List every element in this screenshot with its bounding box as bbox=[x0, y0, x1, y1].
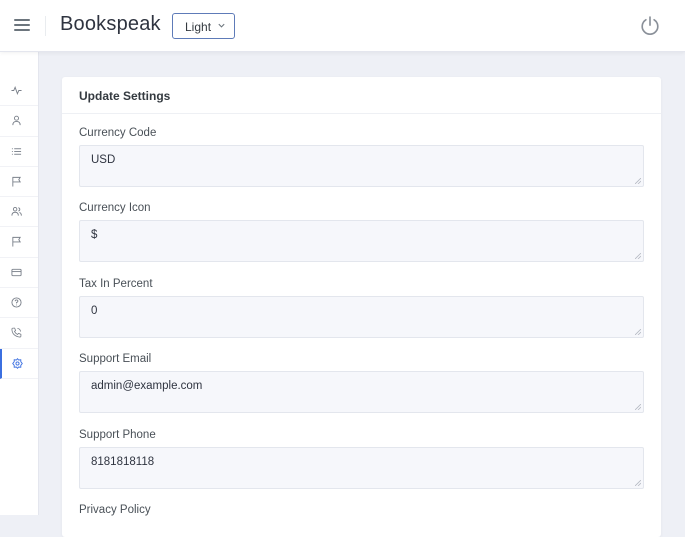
list-icon bbox=[11, 147, 22, 155]
support-email-input[interactable]: admin@example.com bbox=[79, 371, 644, 413]
currency-code-value: USD bbox=[91, 154, 116, 166]
sidebar-item-list[interactable] bbox=[0, 137, 38, 167]
sidebar-item-flags[interactable] bbox=[0, 227, 38, 258]
currency-icon-label: Currency Icon bbox=[79, 202, 151, 214]
tax-percent-label: Tax In Percent bbox=[79, 278, 153, 290]
resize-grip-icon[interactable] bbox=[635, 329, 641, 335]
power-icon[interactable] bbox=[639, 15, 661, 37]
sidebar-item-payments[interactable] bbox=[0, 258, 38, 289]
sidebar-item-settings[interactable] bbox=[0, 348, 38, 379]
sidebar-item-help[interactable] bbox=[0, 288, 38, 319]
currency-code-label: Currency Code bbox=[79, 127, 157, 139]
brand-title: Bookspeak bbox=[60, 13, 161, 35]
sidebar bbox=[0, 51, 39, 515]
sidebar-item-contact[interactable] bbox=[0, 318, 38, 349]
credit-card-icon bbox=[11, 268, 22, 276]
support-phone-label: Support Phone bbox=[79, 429, 156, 441]
support-phone-value: 8181818118 bbox=[91, 456, 155, 468]
theme-select[interactable]: Light bbox=[172, 13, 235, 39]
resize-grip-icon[interactable] bbox=[635, 253, 641, 259]
tax-percent-value: 0 bbox=[91, 305, 98, 317]
tax-percent-input[interactable]: 0 bbox=[79, 296, 644, 338]
sidebar-item-team[interactable] bbox=[0, 197, 38, 228]
sidebar-item-dashboard[interactable] bbox=[0, 76, 38, 107]
header-divider bbox=[45, 16, 46, 36]
sidebar-item-users[interactable] bbox=[0, 106, 38, 137]
flag-icon bbox=[12, 237, 21, 248]
top-header: Bookspeak Light bbox=[0, 0, 685, 52]
currency-code-input[interactable]: USD bbox=[79, 145, 644, 187]
help-circle-icon bbox=[11, 297, 22, 308]
currency-icon-input[interactable]: $ bbox=[79, 220, 644, 262]
sidebar-item-reports[interactable] bbox=[0, 167, 38, 198]
flag-icon bbox=[12, 176, 21, 187]
support-email-value: admin@example.com bbox=[91, 380, 203, 392]
users-icon bbox=[11, 207, 22, 216]
resize-grip-icon[interactable] bbox=[635, 404, 641, 410]
resize-grip-icon[interactable] bbox=[635, 480, 641, 486]
support-email-label: Support Email bbox=[79, 353, 152, 365]
user-icon bbox=[12, 116, 21, 126]
currency-icon-value: $ bbox=[91, 229, 98, 241]
activity-icon bbox=[11, 86, 22, 95]
card-title: Update Settings bbox=[62, 77, 661, 114]
chevron-down-icon bbox=[218, 23, 225, 28]
settings-card: Update Settings Currency Code USD Curren… bbox=[62, 77, 661, 537]
theme-select-value: Light bbox=[185, 20, 212, 34]
support-phone-input[interactable]: 8181818118 bbox=[79, 447, 644, 489]
phone-icon bbox=[11, 328, 22, 338]
menu-toggle-icon[interactable] bbox=[14, 19, 30, 33]
privacy-policy-label: Privacy Policy bbox=[79, 504, 151, 516]
resize-grip-icon[interactable] bbox=[635, 178, 641, 184]
settings-icon bbox=[12, 357, 23, 369]
